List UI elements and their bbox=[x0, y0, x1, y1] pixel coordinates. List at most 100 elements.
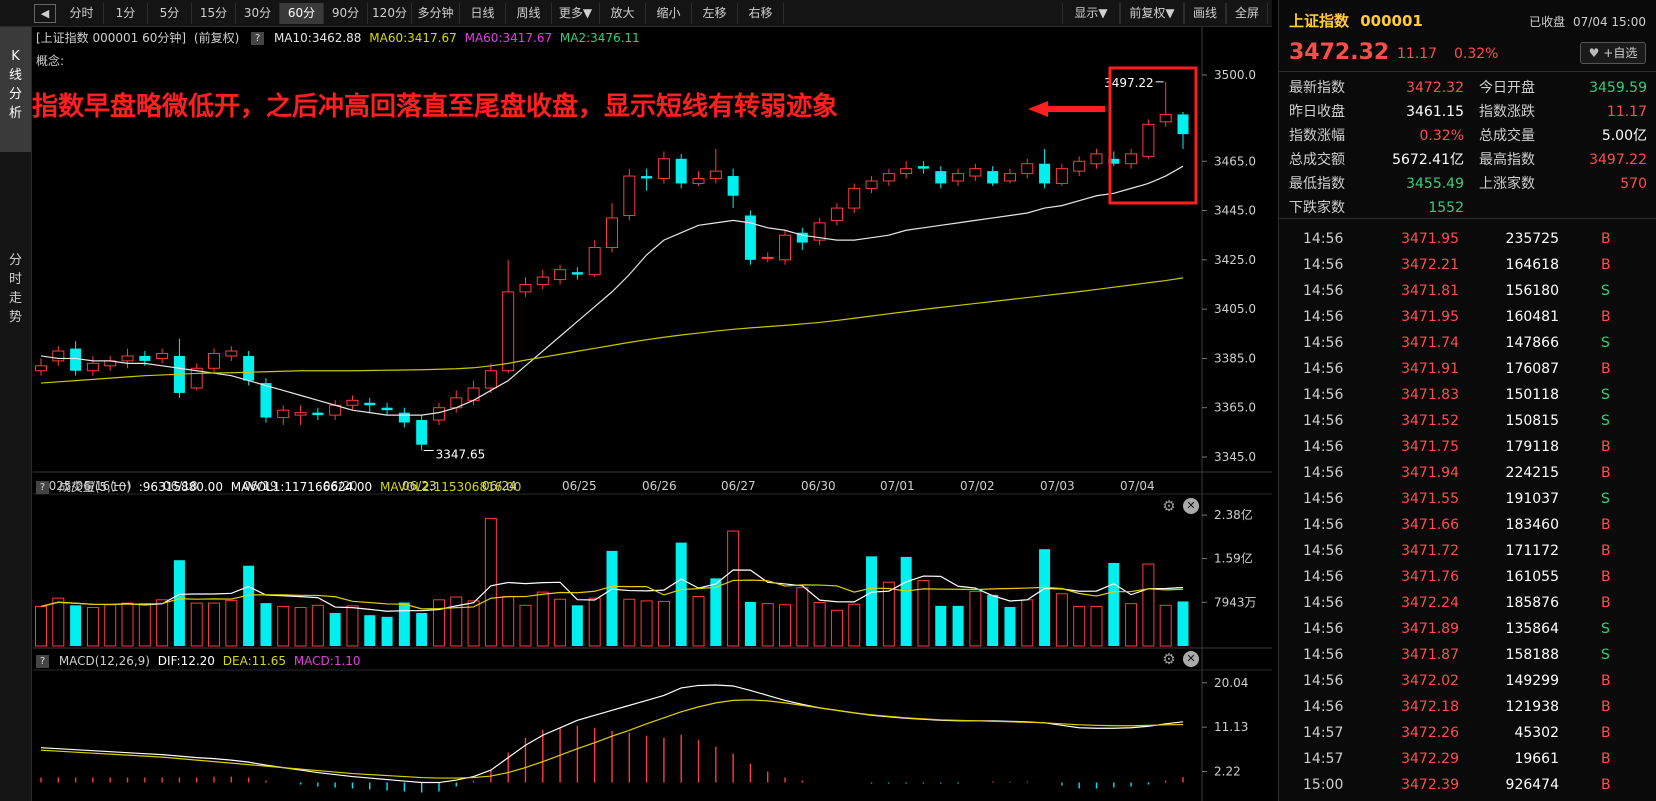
toolbar-button-6[interactable]: 90分 bbox=[324, 3, 368, 24]
toolbar-right-button-0[interactable]: 显示▼ bbox=[1062, 3, 1120, 24]
tick-time: 14:56 bbox=[1303, 543, 1344, 559]
toolbar-button-0[interactable]: 分时 bbox=[60, 3, 104, 24]
stat-label-a: 昨日收盘 bbox=[1289, 104, 1345, 120]
tick-time: 14:56 bbox=[1303, 361, 1344, 377]
candle-body-down bbox=[173, 355, 185, 393]
tick-price: 3471.95 bbox=[1401, 231, 1459, 247]
stat-value-b: 3497.22 bbox=[1589, 152, 1647, 168]
candle-body-up bbox=[1090, 153, 1103, 165]
toolbar-button-13[interactable]: 缩小 bbox=[646, 3, 692, 24]
tab-intraday-trend[interactable]: 分时走势 bbox=[0, 231, 31, 381]
volume-bar-up bbox=[502, 596, 515, 647]
candle-body-down bbox=[1039, 163, 1051, 184]
candle-body-up bbox=[709, 170, 722, 180]
date-label: 06/30 bbox=[801, 479, 836, 493]
candle-body-up bbox=[156, 352, 169, 359]
stat-label-b: 总成交量 bbox=[1479, 128, 1535, 144]
toolbar-button-7[interactable]: 120分 bbox=[368, 3, 412, 24]
date-label: 07/04 bbox=[1120, 479, 1155, 493]
tick-time: 15:00 bbox=[1303, 777, 1344, 793]
stat-label-a: 总成交额 bbox=[1289, 152, 1345, 168]
candle-body-up bbox=[779, 234, 792, 261]
mavol2-readout: MAVOL2:115306816.00 bbox=[380, 480, 522, 494]
macd-close-icon[interactable]: ✕ bbox=[1183, 651, 1199, 667]
candle-body-up bbox=[969, 168, 982, 177]
volume-bar-down bbox=[675, 542, 687, 646]
side-tab-bar: K线分析 分时走势 bbox=[0, 27, 32, 801]
volume-bar-up bbox=[121, 602, 134, 647]
tick-side: B bbox=[1601, 673, 1611, 689]
volume-bar-up bbox=[311, 604, 324, 647]
toolbar-button-8[interactable]: 多分钟 bbox=[412, 3, 460, 24]
tick-side: S bbox=[1601, 387, 1610, 403]
volume-bar-up bbox=[225, 599, 238, 647]
volume-bar-up bbox=[346, 605, 359, 647]
tick-volume: 183460 bbox=[1505, 517, 1559, 533]
candle-body-up bbox=[1142, 123, 1155, 157]
toolbar-button-10[interactable]: 周线 bbox=[506, 3, 552, 24]
price-tick-label: 3345.0 bbox=[1214, 450, 1256, 464]
tick-volume: 135864 bbox=[1505, 621, 1559, 637]
candle-body-down bbox=[917, 166, 929, 169]
tab-kline-analysis[interactable]: K线分析 bbox=[0, 27, 31, 152]
tick-row: 14:56 3471.89 135864 S bbox=[1279, 616, 1656, 642]
low-label: 3347.65 bbox=[436, 447, 486, 461]
tick-volume: 161055 bbox=[1505, 569, 1559, 585]
volume-label: 成交量(5,10) bbox=[58, 480, 131, 494]
toolbar-button-4[interactable]: 30分 bbox=[236, 3, 280, 24]
tick-side: S bbox=[1601, 413, 1610, 429]
volume-bar-down bbox=[260, 603, 272, 646]
tick-side: B bbox=[1601, 595, 1611, 611]
macd-tick-label: 20.04 bbox=[1214, 676, 1248, 690]
help-icon[interactable]: ? bbox=[36, 655, 49, 668]
tick-price: 3471.55 bbox=[1401, 491, 1459, 507]
candle-body-down bbox=[675, 158, 687, 184]
candle-body-up bbox=[86, 362, 99, 372]
volume-bar-down bbox=[952, 605, 964, 646]
tick-side: S bbox=[1601, 621, 1610, 637]
help-icon[interactable]: ? bbox=[251, 32, 265, 45]
tick-row: 14:56 3472.21 164618 B bbox=[1279, 252, 1656, 278]
kline-chart: 3500.0 3465.0 3445.0 3425.0 3405.0 3385.0 3365… bbox=[32, 27, 1272, 801]
toolbar-button-15[interactable]: 右移 bbox=[738, 3, 784, 24]
tick-row: 14:56 3471.87 158188 S bbox=[1279, 642, 1656, 668]
back-arrow-icon[interactable]: ◀ bbox=[34, 4, 56, 23]
volume-close-icon[interactable]: ✕ bbox=[1183, 498, 1199, 514]
tick-side: S bbox=[1601, 335, 1610, 351]
stat-value-b: 5.00亿 bbox=[1601, 128, 1647, 144]
toolbar-right-button-1[interactable]: 前复权▼ bbox=[1120, 3, 1184, 24]
candle-body-down bbox=[935, 171, 947, 184]
high-label: 3497.22 bbox=[1104, 76, 1154, 90]
macd-settings-gear-icon[interactable]: ⚙ bbox=[1160, 650, 1178, 668]
toolbar-right-button-3[interactable]: 全屏 bbox=[1226, 3, 1268, 24]
candle-body-down bbox=[312, 412, 324, 416]
toolbar-button-9[interactable]: 日线 bbox=[460, 3, 506, 24]
toolbar-button-1[interactable]: 1分 bbox=[104, 3, 148, 24]
date-label: 07/03 bbox=[1040, 479, 1075, 493]
tick-time: 14:56 bbox=[1303, 387, 1344, 403]
tick-row: 14:57 3472.26 45302 B bbox=[1279, 720, 1656, 746]
volume-settings-gear-icon[interactable]: ⚙ bbox=[1160, 497, 1178, 515]
volume-bar-up bbox=[519, 604, 532, 647]
toolbar-button-12[interactable]: 放大 bbox=[600, 3, 646, 24]
volume-bar-up bbox=[848, 603, 861, 647]
toolbar-button-3[interactable]: 15分 bbox=[192, 3, 236, 24]
toolbar-button-14[interactable]: 左移 bbox=[692, 3, 738, 24]
help-icon[interactable]: ? bbox=[36, 481, 49, 494]
status-time: 07/04 15:00 bbox=[1573, 15, 1646, 29]
toolbar-button-11[interactable]: 更多▼ bbox=[552, 3, 600, 24]
toolbar-right-button-2[interactable]: 画线 bbox=[1184, 3, 1226, 24]
tick-row: 14:56 3472.18 121938 B bbox=[1279, 694, 1656, 720]
toolbar-button-2[interactable]: 5分 bbox=[148, 3, 192, 24]
volume-tick-label: 2.38亿 bbox=[1214, 507, 1253, 522]
add-watchlist-button[interactable]: ♥ +自选 bbox=[1580, 42, 1646, 64]
candle-body-up bbox=[830, 207, 843, 221]
volume-bar-up bbox=[796, 587, 809, 647]
tick-price: 3471.74 bbox=[1401, 335, 1459, 351]
tick-row: 14:56 3471.95 235725 B bbox=[1279, 226, 1656, 252]
toolbar-button-5[interactable]: 60分 bbox=[280, 3, 324, 24]
candle-body-up bbox=[190, 367, 203, 389]
side-tab-char: 时 bbox=[8, 272, 22, 287]
tick-side: B bbox=[1601, 361, 1611, 377]
tick-volume: 19661 bbox=[1514, 751, 1559, 767]
